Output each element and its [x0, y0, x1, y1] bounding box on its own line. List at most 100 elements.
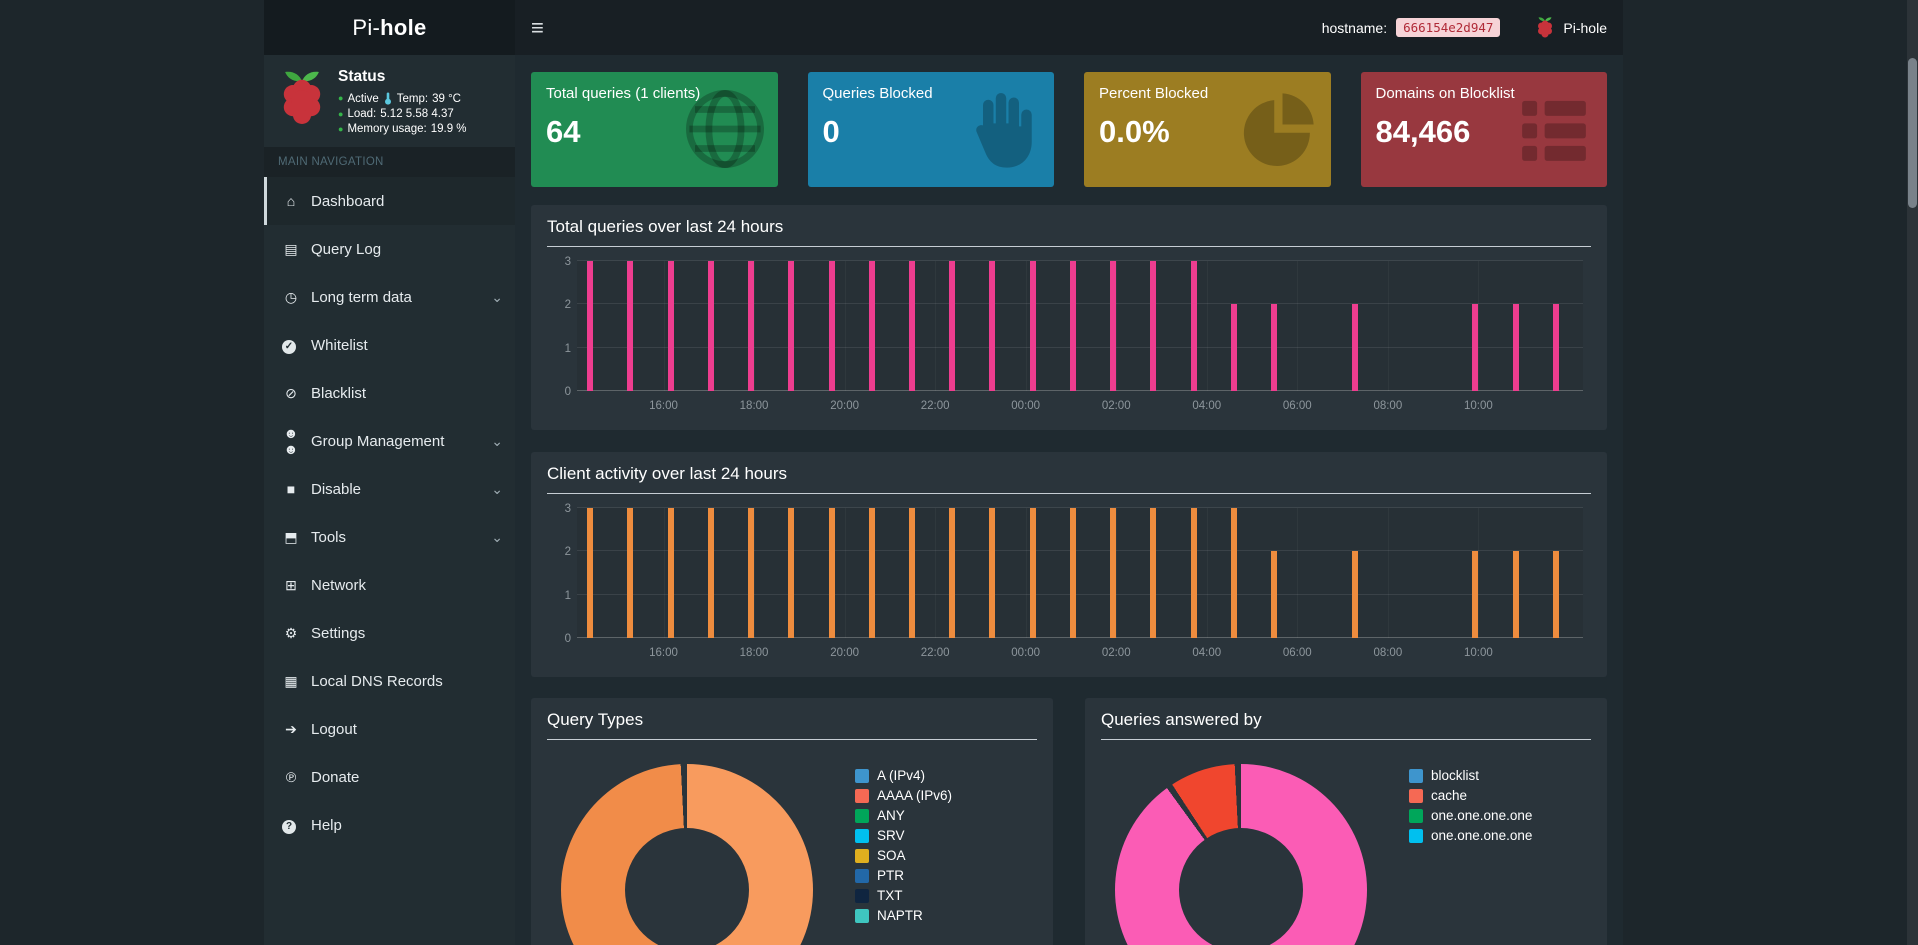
chevron-down-icon: ⌄ — [491, 481, 503, 497]
chart-bar — [587, 508, 594, 638]
status-line-load: ● Load: 5.12 5.58 4.37 — [338, 108, 467, 120]
sidebar-item-local-dns-records[interactable]: ▦ Local DNS Records — [264, 657, 515, 705]
sidebar-item-network[interactable]: ⊞ Network — [264, 561, 515, 609]
chart-bar — [989, 508, 996, 638]
legend-item-aaaa-ipv6[interactable]: AAAA (IPv6) — [855, 788, 952, 803]
gridline — [1116, 261, 1118, 391]
legend-label: cache — [1431, 788, 1468, 803]
chart-plot: 0 1 2 3 16:00 18:00 20:00 22:00 00:00 02:00 04:00 0… — [565, 256, 1583, 412]
chart-bar — [949, 508, 956, 638]
legend-swatch — [1409, 788, 1423, 803]
sidebar-item-label: Logout — [311, 720, 357, 738]
legend-label: SRV — [877, 828, 905, 843]
sidebar-item-label: Tools — [311, 528, 347, 546]
home-icon: ⌂ — [286, 193, 295, 209]
memory-label: Memory usage: — [347, 123, 427, 135]
legend-item-txt[interactable]: TXT — [855, 888, 952, 903]
gridline — [1025, 261, 1027, 391]
legend-swatch — [1409, 828, 1423, 843]
chart-bar — [1472, 304, 1479, 391]
x-axis-label: 18:00 — [739, 400, 769, 412]
query-types-donut[interactable] — [561, 764, 813, 945]
sidebar-menu: ⌂ Dashboard ▤ Query Log ◷ Long term data ⌄ ✓ Whi… — [264, 177, 515, 849]
status-panel: Status ● Active Temp: 39 °C ● Load: 5.12… — [264, 55, 515, 147]
sidebar-item-settings[interactable]: ⚙ Settings — [264, 609, 515, 657]
queries-answered-donut[interactable] — [1115, 764, 1367, 945]
legend-item-one-one-one-one[interactable]: one.one.one.one — [1409, 828, 1532, 843]
x-axis-label: 06:00 — [1282, 400, 1312, 412]
y-axis-label: 3 — [564, 503, 571, 515]
page-background: Pi-hole ≡ hostname: 666154e2d947 Pi-hole… — [0, 0, 1918, 945]
legend-item-naptr[interactable]: NAPTR — [855, 908, 952, 923]
legend-label: TXT — [877, 888, 903, 903]
x-axis-label: 00:00 — [1011, 400, 1041, 412]
y-axis-label: 0 — [564, 633, 571, 645]
legend-item-soa[interactable]: SOA — [855, 848, 952, 863]
chart-bar — [667, 508, 674, 638]
sidebar-item-group-management[interactable]: ☻☻ Group Management ⌄ — [264, 417, 515, 465]
sidebar-item-label: Disable — [311, 480, 362, 498]
brand-label: Pi-hole — [1563, 19, 1607, 36]
chart-bar — [788, 508, 795, 638]
total-queries-chart[interactable]: 0 1 2 3 16:00 18:00 20:00 22:00 00:00 02:00 04:00 0… — [547, 256, 1591, 417]
y-axis-label: 1 — [564, 589, 571, 602]
sidebar-item-donate[interactable]: ℗ Donate — [264, 753, 515, 801]
query-types-chart-area: A (IPv4) AAAA (IPv6) ANY SRV SOA PTR TXT NAPTR — [547, 750, 1037, 945]
legend-item-a-ipv4[interactable]: A (IPv4) — [855, 768, 952, 783]
client-activity-chart[interactable]: 0 1 2 3 16:00 18:00 20:00 22:00 00:00 02:00 04:00 0… — [547, 503, 1591, 664]
chart-bar — [1512, 304, 1519, 391]
legend-item-ptr[interactable]: PTR — [855, 868, 952, 883]
chart-bar — [1552, 551, 1559, 638]
chart-bar — [1069, 508, 1076, 638]
sidebar-item-long-term-data[interactable]: ◷ Long term data ⌄ — [264, 273, 515, 321]
summary-card-value: 0 — [822, 114, 840, 149]
sidebar-item-label: Local DNS Records — [311, 672, 443, 690]
legend-item-blocklist[interactable]: blocklist — [1409, 768, 1532, 783]
hamburger-menu-icon[interactable]: ≡ — [531, 16, 544, 39]
summary-card-title: Domains on Blocklist — [1375, 85, 1515, 102]
sidebar-item-logout[interactable]: ➔ Logout — [264, 705, 515, 753]
gears-icon: ⚙ — [284, 624, 298, 641]
x-axis-label: 16:00 — [649, 400, 678, 412]
sidebar-item-query-log[interactable]: ▤ Query Log — [264, 225, 515, 273]
legend-item-one-one-one-one[interactable]: one.one.one.one — [1409, 808, 1532, 823]
sidebar-item-blacklist[interactable]: ⊘ Blacklist — [264, 369, 515, 417]
gridline — [935, 508, 937, 638]
status-dot-icon: ● — [338, 123, 344, 134]
legend-item-cache[interactable]: cache — [1409, 788, 1532, 803]
legend-label: ANY — [877, 808, 905, 823]
legend-item-srv[interactable]: SRV — [855, 828, 952, 843]
chart-bar — [1069, 261, 1076, 391]
panel-title: Query Types — [547, 710, 1037, 740]
chart-bar — [1552, 304, 1559, 391]
pihole-dashboard: Pi-hole ≡ hostname: 666154e2d947 Pi-hole… — [264, 0, 1623, 945]
legend-swatch — [855, 868, 869, 883]
pihole-raspberry-icon — [1538, 17, 1553, 38]
chart-bar — [788, 261, 795, 391]
summary-card-queries-blocked: Queries Blocked 0 — [807, 72, 1054, 187]
gridline — [577, 303, 1583, 305]
chart-bar — [707, 508, 714, 638]
sidebar-item-dashboard[interactable]: ⌂ Dashboard — [264, 177, 515, 225]
gridline — [935, 261, 937, 391]
sidebar-item-whitelist[interactable]: ✓ Whitelist — [264, 321, 515, 369]
chart-bar — [989, 261, 996, 391]
sidebar-item-disable[interactable]: ■ Disable ⌄ — [264, 465, 515, 513]
sidebar-item-label: Blacklist — [311, 384, 367, 402]
chevron-down-icon: ⌄ — [491, 433, 503, 449]
x-axis-label: 16:00 — [649, 647, 678, 659]
legend-label: SOA — [877, 848, 906, 863]
chart-bar — [828, 508, 835, 638]
sidebar-item-help[interactable]: ? Help — [264, 801, 515, 849]
app-logo[interactable]: Pi-hole — [264, 0, 515, 55]
gridline — [1206, 261, 1208, 391]
legend-item-any[interactable]: ANY — [855, 808, 952, 823]
sidebar-item-label: Group Management — [311, 432, 445, 450]
scrollbar-thumb[interactable] — [1908, 58, 1917, 208]
x-axis-label: 18:00 — [739, 647, 769, 659]
users-icon: ☻☻ — [283, 425, 299, 457]
x-axis-label: 20:00 — [830, 647, 859, 659]
chart-bar — [627, 261, 634, 391]
scrollbar-track[interactable] — [1907, 0, 1918, 945]
sidebar-item-tools[interactable]: ⬒ Tools ⌄ — [264, 513, 515, 561]
